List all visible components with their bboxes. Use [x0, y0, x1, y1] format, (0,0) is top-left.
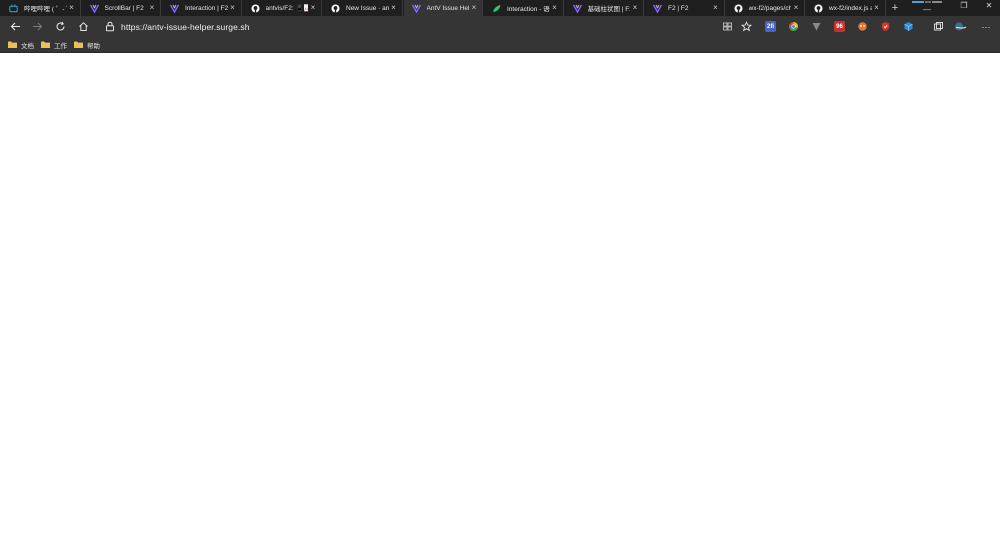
profile-button[interactable] — [950, 16, 972, 37]
arrow-right-icon — [32, 22, 42, 31]
bookmark-folder[interactable]: 文档 — [8, 37, 34, 52]
close-tab-icon[interactable]: × — [228, 0, 238, 16]
tab-title: wx-f2/pages/charts — [748, 4, 792, 12]
bookmarks-bar: 文档 工作 帮助 — [0, 37, 1000, 53]
folder-icon — [41, 41, 50, 48]
maximize-button[interactable]: ❐ — [951, 0, 977, 10]
home-button[interactable] — [72, 16, 94, 37]
extension-badge-label: 96 — [836, 23, 843, 30]
tab-title: 哔哩哔哩 ( ゜- ゜)つロ — [24, 6, 67, 13]
browser-tab[interactable]: Interaction - 语雀× — [484, 0, 564, 16]
back-button[interactable] — [4, 16, 26, 37]
tab-title: 基础柱状图 | F2 — [587, 6, 631, 13]
bookmark-label: 帮助 — [87, 42, 100, 50]
address-bar[interactable]: https://antv-issue-helper.surge.sh — [100, 18, 760, 35]
tab-title: New Issue · antvis/ — [346, 4, 389, 12]
browser-tab[interactable]: antvis/F2: 📱📈 An× — [243, 0, 322, 16]
browser-tab[interactable]: Interaction | F2 × — [162, 0, 242, 16]
browser-tab[interactable]: wx-f2/pages/charts× — [726, 0, 805, 16]
close-tab-icon[interactable]: × — [67, 0, 77, 16]
github-icon — [251, 4, 260, 13]
arrow-left-icon — [10, 22, 20, 31]
extension-orange-circle-icon[interactable] — [857, 21, 868, 32]
antv-logo-icon — [653, 4, 662, 13]
address-url: https://antv-issue-helper.surge.sh — [121, 21, 250, 32]
github-icon — [331, 4, 340, 13]
forward-button[interactable] — [26, 16, 48, 37]
tab-title: F2 | F2 — [668, 4, 689, 12]
antv-logo-icon — [170, 4, 179, 13]
avatar-icon — [955, 22, 967, 31]
close-tab-icon[interactable]: × — [550, 0, 560, 16]
reload-button[interactable] — [49, 16, 71, 37]
browser-toolbar: https://antv-issue-helper.surge.sh 2fi 96… — [0, 16, 1000, 37]
close-tab-icon[interactable]: × — [711, 0, 721, 16]
antv-logo-icon — [572, 4, 582, 13]
extension-blue-cube-icon[interactable] — [903, 21, 914, 32]
bilibili-icon — [9, 3, 18, 13]
bookmark-folder[interactable]: 工作 — [41, 37, 67, 52]
tab-title: Interaction - 语雀 — [507, 6, 550, 13]
bookmark-folder[interactable]: 帮助 — [74, 37, 100, 52]
new-tab-button[interactable]: + — [890, 0, 900, 16]
extension-badge-label: 2fi — [766, 23, 774, 30]
close-tab-icon[interactable]: × — [469, 0, 479, 16]
tab-title: AntV Issue Helper — [426, 4, 470, 12]
home-icon — [78, 22, 88, 31]
browser-tab[interactable]: F2 | F2 × — [645, 0, 725, 16]
browser-tab[interactable]: AntV Issue Helper× — [403, 0, 483, 16]
immersive-reader-icon — [722, 22, 732, 31]
close-tab-icon[interactable]: × — [147, 0, 157, 16]
github-icon — [814, 4, 823, 13]
minimize-button[interactable]: — — [914, 4, 940, 14]
extension-blue-square-icon[interactable]: 2fi — [765, 21, 776, 32]
yuque-icon — [492, 4, 501, 13]
browser-tab[interactable]: 基础柱状图 | F2 × — [565, 0, 644, 16]
star-icon — [740, 21, 752, 32]
browser-tab[interactable]: wx-f2/index.js at m× — [806, 0, 886, 16]
favorite-button[interactable] — [735, 16, 757, 37]
bookmark-label: 文档 — [21, 42, 34, 50]
extension-v-icon[interactable] — [811, 21, 822, 32]
browser-tab[interactable]: 哔哩哔哩 ( ゜- ゜)つロ× — [1, 0, 81, 16]
extension-red-badge-icon[interactable]: 96 — [834, 21, 845, 32]
collections-icon — [933, 22, 943, 31]
reload-icon — [55, 21, 65, 31]
page-content — [0, 53, 1000, 541]
collections-button[interactable] — [927, 16, 949, 37]
settings-menu-button[interactable]: ··· — [975, 16, 997, 37]
folder-icon — [74, 41, 83, 48]
close-window-button[interactable]: ✕ — [976, 0, 1000, 10]
close-tab-icon[interactable]: × — [308, 0, 318, 16]
close-tab-icon[interactable]: × — [791, 0, 801, 16]
tab-title: Interaction | F2 — [185, 4, 228, 12]
folder-icon — [8, 41, 17, 48]
antv-logo-icon — [89, 4, 99, 13]
lock-icon — [106, 21, 114, 32]
github-icon — [734, 4, 743, 13]
extension-chrome-circle-icon[interactable] — [788, 21, 799, 32]
tab-title: wx-f2/index.js at m — [829, 4, 872, 12]
close-tab-icon[interactable]: × — [872, 0, 882, 16]
tab-strip: 哔哩哔哩 ( ゜- ゜)つロ×ScrollBar | F2×Interactio… — [0, 0, 1000, 16]
close-tab-icon[interactable]: × — [389, 0, 399, 16]
browser-tab[interactable]: New Issue · antvis/× — [323, 0, 403, 16]
antv-logo-icon — [411, 4, 421, 13]
bookmark-label: 工作 — [54, 42, 67, 50]
browser-tab[interactable]: ScrollBar | F2 × — [82, 0, 161, 16]
extension-red-shield-icon[interactable] — [880, 21, 891, 32]
tab-title: antvis/F2: 📱📈 An — [265, 5, 309, 12]
tab-title: ScrollBar | F2 — [104, 4, 144, 12]
close-tab-icon[interactable]: × — [630, 0, 640, 16]
